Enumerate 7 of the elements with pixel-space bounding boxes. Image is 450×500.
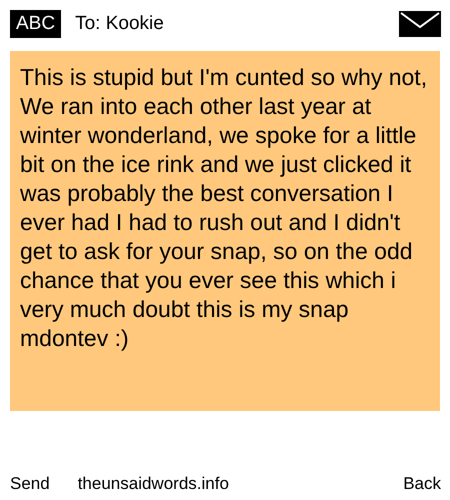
send-softkey[interactable]: Send xyxy=(10,474,50,494)
website-label: theunsaidwords.info xyxy=(78,474,229,494)
envelope-icon xyxy=(399,11,441,37)
input-mode-badge: ABC xyxy=(10,10,62,38)
recipient-label: To: Kookie xyxy=(75,13,165,35)
back-softkey[interactable]: Back xyxy=(403,474,441,494)
message-text: This is stupid but I'm cunted so why not, We ran into each other last year at winter wonderland, we spoke for a little bit on the ice rink and we just clicked it was probably the best conversation I ever had I had to rush out and I didn't get to ask for your snap, so on the odd chance that you ever see this which i very much doubt this is my snap mdontev :) xyxy=(20,63,428,353)
